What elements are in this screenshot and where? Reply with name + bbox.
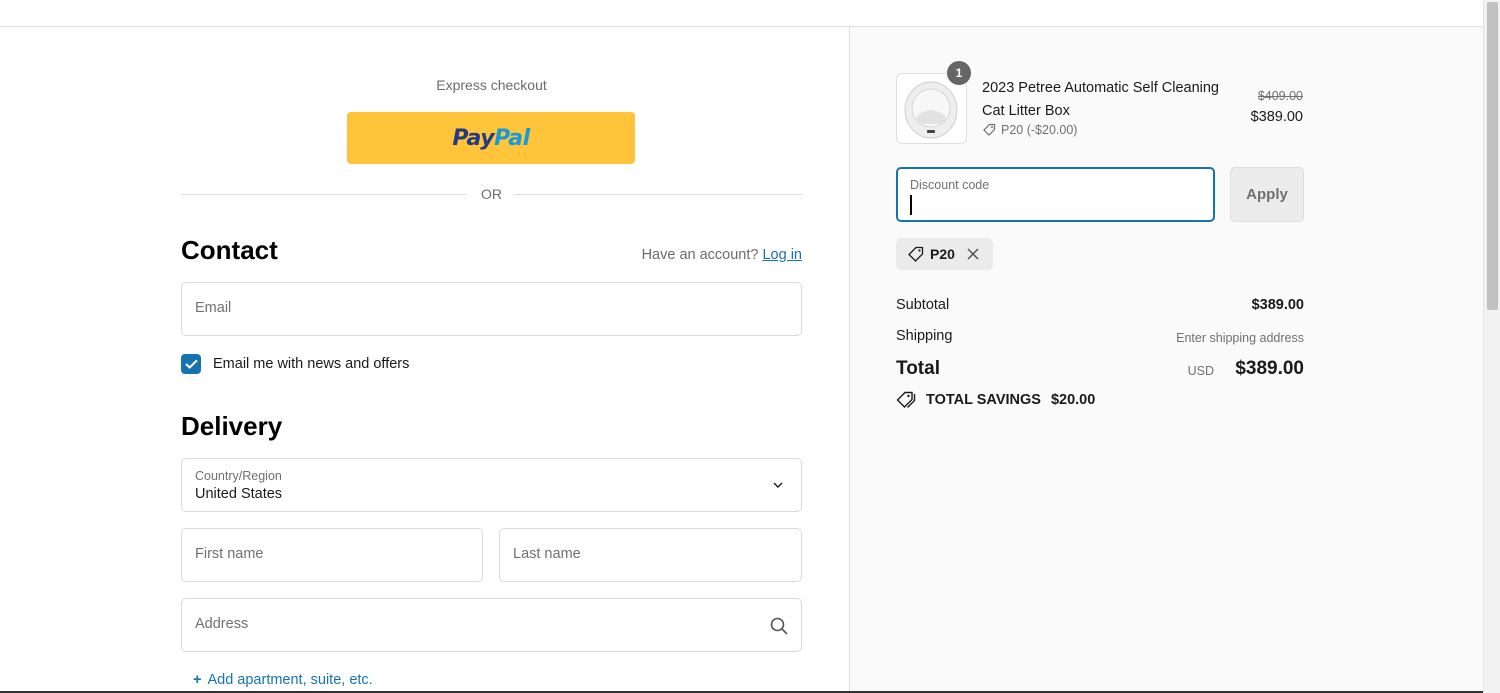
email-placeholder: Email — [195, 300, 232, 316]
country-value: United States — [195, 486, 283, 502]
shipping-value: Enter shipping address — [1176, 331, 1304, 345]
contact-heading: Contact — [181, 235, 278, 265]
checkmark-icon — [184, 359, 198, 369]
delivery-heading: Delivery — [181, 411, 283, 441]
original-price: $409.00 — [1257, 89, 1303, 103]
tags-icon — [896, 391, 916, 408]
subtotal-value: $389.00 — [1251, 297, 1304, 313]
tag-icon — [908, 246, 924, 262]
scrollbar-thumb[interactable] — [1487, 2, 1498, 310]
newsletter-label: Email me with news and offers — [213, 356, 410, 372]
add-apartment-link[interactable]: + Add apartment, suite, etc. — [193, 672, 373, 688]
remove-discount-button[interactable] — [967, 248, 979, 260]
first-name-field[interactable]: First name — [181, 528, 483, 582]
quantity-badge: 1 — [947, 61, 971, 85]
product-discount: P20 (-$20.00) — [982, 123, 1077, 137]
tag-icon — [983, 123, 996, 136]
total-savings: TOTAL SAVINGS $20.00 — [896, 391, 1095, 408]
address-placeholder: Address — [195, 616, 249, 632]
or-divider: OR — [181, 185, 802, 205]
divider-line — [514, 194, 802, 195]
discounted-price: $389.00 — [1250, 109, 1303, 125]
discount-code-label: Discount code — [910, 178, 990, 192]
paypal-logo: PayPal — [452, 125, 530, 151]
total-label: Total — [896, 358, 940, 379]
search-icon — [770, 617, 788, 635]
email-field[interactable]: Email — [181, 282, 802, 336]
applied-discount-chip: P20 — [896, 238, 993, 270]
address-field[interactable]: Address — [181, 598, 802, 652]
shipping-label: Shipping — [896, 328, 953, 344]
chevron-down-icon — [773, 482, 783, 488]
have-account-text: Have an account? Log in — [641, 247, 802, 263]
page-scrollbar[interactable] — [1483, 0, 1500, 693]
newsletter-option: Email me with news and offers — [181, 353, 409, 375]
order-summary-pane: 1 2023 Petree Automatic Self Cleaning Ca… — [849, 27, 1483, 693]
first-name-placeholder: First name — [195, 546, 264, 562]
savings-value: $20.00 — [1050, 391, 1096, 408]
newsletter-checkbox[interactable] — [181, 354, 201, 374]
total-value: $389.00 — [1235, 358, 1304, 379]
applied-code: P20 — [930, 246, 955, 262]
checkout-form-pane: Express checkout PayPal OR Contact Have … — [0, 27, 849, 693]
last-name-placeholder: Last name — [513, 546, 581, 562]
subtotal-label: Subtotal — [896, 297, 950, 313]
top-header-bar — [0, 0, 1483, 27]
text-caret — [910, 195, 912, 215]
country-label: Country/Region — [195, 469, 282, 483]
product-name: 2023 Petree Automatic Self Cleaning Cat … — [982, 80, 1219, 119]
country-select[interactable]: Country/Region United States — [181, 458, 802, 512]
login-link[interactable]: Log in — [762, 247, 802, 263]
apply-button[interactable]: Apply — [1230, 167, 1304, 222]
paypal-button[interactable]: PayPal — [347, 112, 635, 164]
currency-code: USD — [1187, 364, 1214, 378]
plus-icon: + — [193, 672, 202, 688]
express-checkout-label: Express checkout — [436, 77, 547, 93]
discount-code-input[interactable]: Discount code — [896, 167, 1215, 222]
last-name-field[interactable]: Last name — [499, 528, 802, 582]
close-icon — [967, 248, 979, 260]
savings-label: TOTAL SAVINGS — [926, 391, 1041, 408]
